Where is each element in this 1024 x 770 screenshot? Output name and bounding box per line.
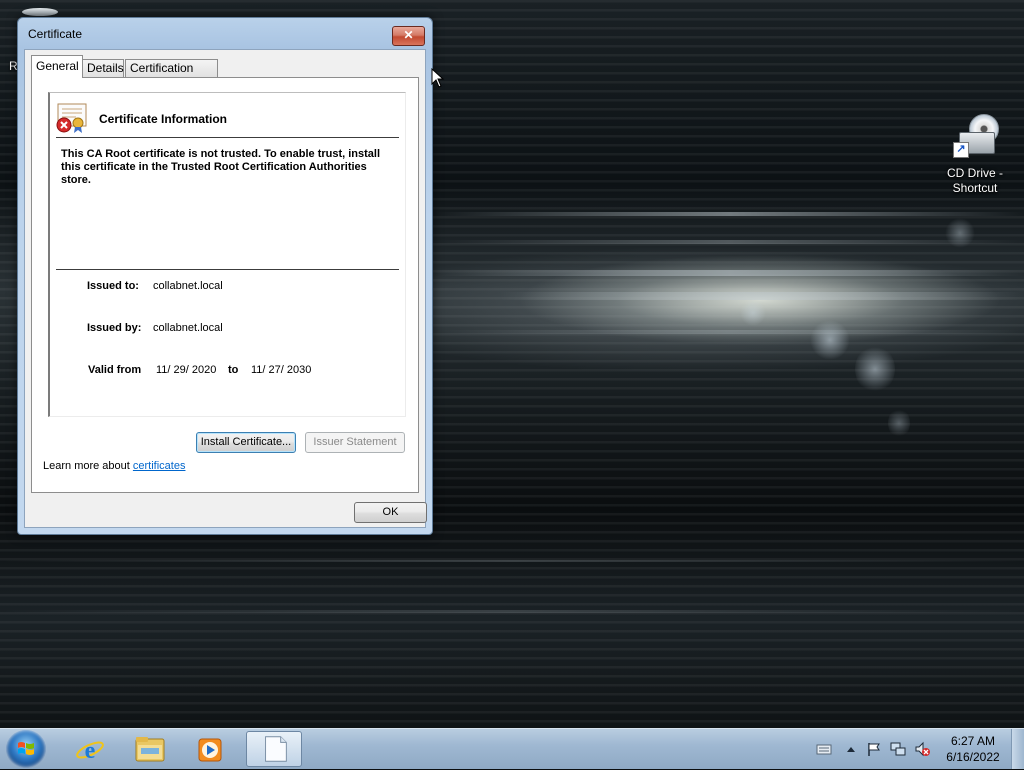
divider — [56, 137, 399, 138]
certificate-information-box: Certificate Information This CA Root cer… — [48, 92, 406, 417]
learn-more-text: Learn more about certificates — [43, 460, 185, 472]
wallpaper-bokeh — [855, 345, 895, 393]
wallpaper-streak — [500, 292, 1024, 300]
taskbar: e 6:27 AM 6/16/2022 — [0, 728, 1024, 769]
network-icon[interactable] — [890, 741, 906, 757]
wallpaper-streak — [436, 212, 1024, 216]
tab-details[interactable]: Details — [82, 59, 124, 77]
wallpaper-bokeh — [888, 408, 910, 438]
cd-drive-shortcut-label: CD Drive - Shortcut — [947, 166, 1003, 195]
tab-certification-path[interactable]: Certification Path — [125, 59, 218, 92]
issued-to-value: collabnet.local — [153, 280, 223, 292]
wallpaper-streak — [436, 330, 1024, 334]
close-icon: ✕ — [403, 28, 414, 42]
clock-time: 6:27 AM — [950, 734, 996, 748]
certificate-dialog: Certificate ✕ General Details Certificat… — [17, 17, 433, 535]
action-center-flag-icon[interactable] — [866, 741, 882, 757]
wallpaper-bokeh — [945, 218, 975, 248]
media-player-button[interactable] — [182, 731, 238, 767]
issued-by-value: collabnet.local — [153, 322, 223, 334]
show-desktop-button[interactable] — [1011, 729, 1024, 769]
valid-to-label: to — [228, 364, 239, 376]
windows-logo-icon — [18, 742, 34, 755]
wallpaper-streak — [0, 560, 1024, 562]
certificate-error-icon — [56, 103, 87, 133]
tab-general[interactable]: General — [31, 55, 83, 78]
valid-to-value: 11/ 27/ 2030 — [251, 364, 312, 376]
cd-drive-shortcut[interactable]: ↗ CD Drive - Shortcut — [940, 112, 1010, 196]
wallpaper-bokeh — [810, 320, 850, 360]
file-explorer-button[interactable] — [122, 731, 178, 767]
svg-text:e: e — [85, 738, 96, 764]
issuer-statement-button[interactable]: Issuer Statement — [305, 432, 405, 453]
valid-from-label: Valid from — [88, 364, 142, 376]
wallpaper-bokeh — [740, 300, 766, 326]
partial-desktop-icon[interactable] — [22, 8, 58, 16]
media-player-icon — [198, 738, 222, 762]
notepad-taskbar-button[interactable] — [246, 731, 302, 767]
show-hidden-icons-icon[interactable] — [843, 741, 859, 757]
start-button[interactable] — [6, 730, 46, 768]
dialog-client-area: General Details Certification Path Certi… — [24, 49, 427, 528]
cd-drive-icon: ↗ — [951, 112, 999, 160]
system-clock[interactable]: 6:27 AM 6/16/2022 — [941, 733, 1005, 765]
certificates-link[interactable]: certificates — [133, 460, 186, 472]
issued-by-label: Issued by: — [87, 322, 142, 334]
clock-date: 6/16/2022 — [946, 750, 1000, 764]
wallpaper-streak — [436, 270, 1024, 276]
install-certificate-button[interactable]: Install Certificate... — [196, 432, 296, 453]
certificate-information-heading: Certificate Information — [99, 112, 228, 126]
document-icon — [265, 736, 287, 762]
internet-explorer-button[interactable]: e — [62, 731, 118, 767]
mouse-cursor-icon — [431, 68, 445, 88]
ok-button[interactable]: OK — [354, 502, 427, 523]
internet-explorer-icon: e — [76, 738, 104, 764]
keyboard-icon[interactable] — [816, 741, 832, 757]
valid-from-value: 11/ 29/ 2020 — [156, 364, 217, 376]
divider — [56, 269, 399, 270]
trust-warning-text: This CA Root certificate is not trusted.… — [61, 148, 381, 186]
close-button[interactable]: ✕ — [392, 26, 425, 46]
learn-more-label: Learn more about — [43, 460, 130, 472]
wallpaper-streak — [0, 610, 1024, 613]
dialog-title: Certificate — [28, 27, 83, 41]
general-tab-panel: Certificate Information This CA Root cer… — [31, 77, 419, 493]
folder-icon — [135, 737, 165, 762]
issued-to-label: Issued to: — [87, 280, 139, 292]
volume-muted-icon[interactable] — [914, 741, 930, 757]
wallpaper-streak — [436, 240, 1024, 244]
